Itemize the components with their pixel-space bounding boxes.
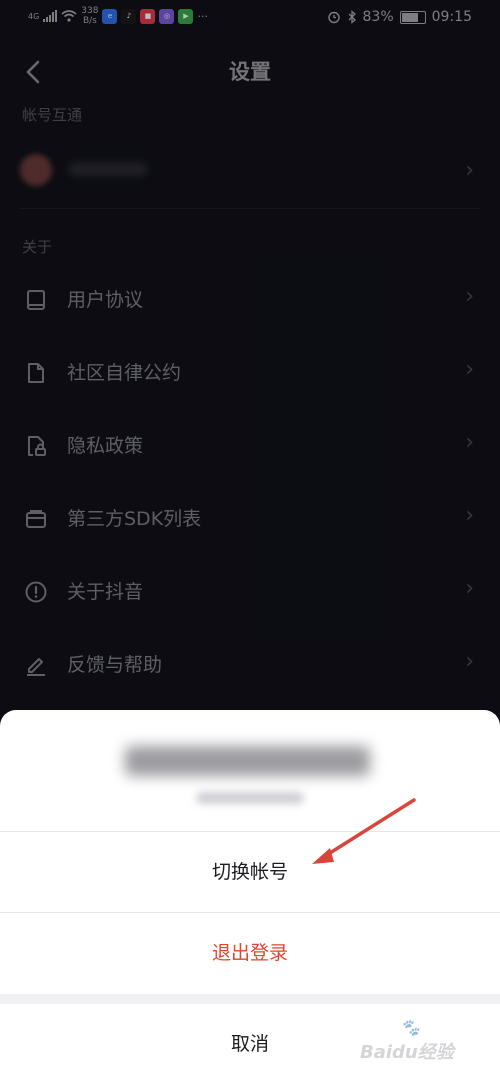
sheet-gap	[0, 994, 500, 1004]
sheet-title-blurred	[125, 746, 370, 776]
sheet-subtitle-blurred	[196, 792, 304, 804]
baidu-watermark: 🐾 Baidu经验	[360, 1018, 480, 1064]
paw-icon: 🐾	[400, 1018, 420, 1037]
sheet-header	[0, 710, 500, 832]
logout-button[interactable]: 退出登录	[0, 913, 500, 993]
watermark-text: Baidu经验	[360, 1042, 454, 1063]
annotation-arrow-icon	[312, 798, 416, 864]
switch-account-button[interactable]: 切换帐号	[0, 832, 500, 912]
